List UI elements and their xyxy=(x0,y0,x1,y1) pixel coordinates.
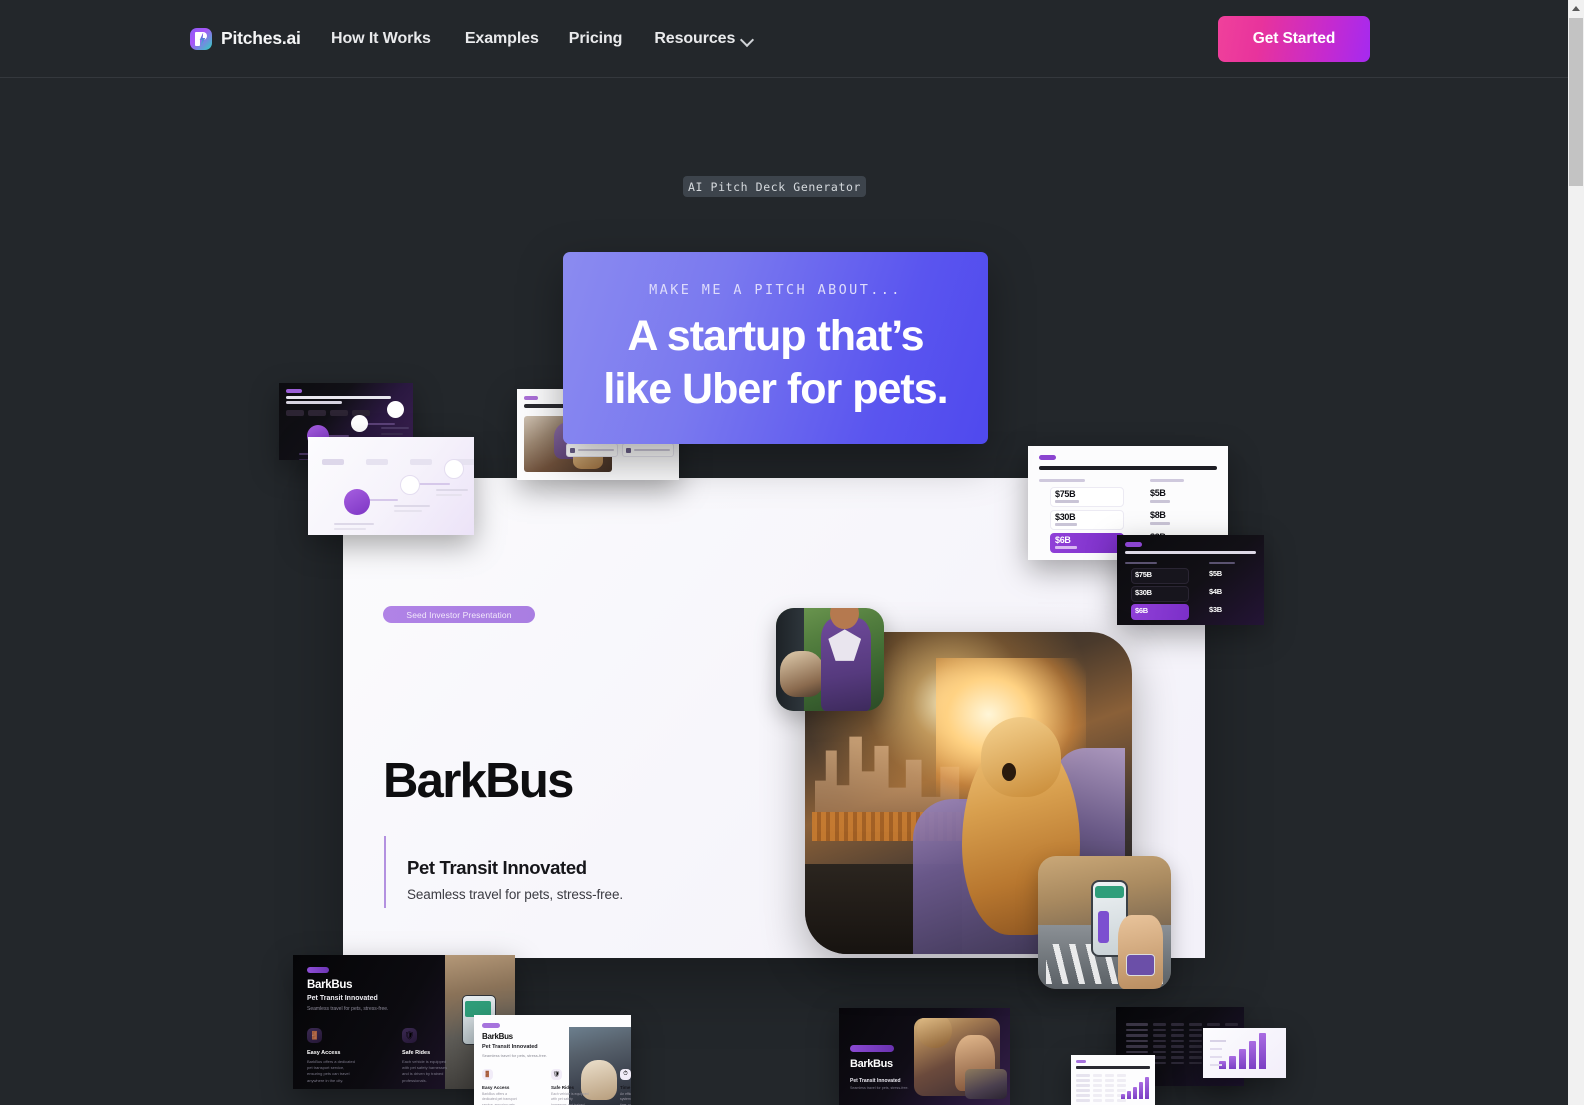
scroll-up-arrow-icon[interactable] xyxy=(1568,0,1584,16)
thumb-subtitle: Pet Transit Innovated xyxy=(307,995,378,1002)
chevron-down-icon xyxy=(742,34,753,45)
thumb-subtitle: Pet Transit Innovated xyxy=(850,1078,901,1084)
benefit-card xyxy=(622,443,674,457)
thumb-title: BarkBus xyxy=(482,1032,513,1041)
thumbnail-barkbus-light[interactable]: BarkBus Pet Transit Innovated Seamless t… xyxy=(474,1015,631,1105)
attendant-with-cat-photo xyxy=(776,608,884,711)
main-slide-tag: Seed Investor Presentation xyxy=(383,606,535,623)
hero-badge: AI Pitch Deck Generator xyxy=(683,176,866,197)
feature-text: Each vehicle is equipped with pet safety… xyxy=(551,1092,589,1105)
thumbnail-barkbus-collage[interactable]: BarkBus Pet Transit Innovated Seamless t… xyxy=(839,1008,1010,1105)
pitches-logo-icon xyxy=(190,27,212,50)
shield-icon: 🛡 xyxy=(402,1028,417,1043)
phone-map-street-photo xyxy=(1038,856,1171,989)
people-secondary-photo xyxy=(965,1069,1007,1099)
thumb-title: BarkBus xyxy=(850,1058,893,1070)
feature-title: Easy Access xyxy=(307,1050,341,1056)
revenue-bar-chart xyxy=(1219,1033,1266,1069)
thumb-description: Seamless travel for pets, stress-free. xyxy=(307,1006,389,1012)
feature-item: ⏱ Time Saved An efficient booking system… xyxy=(620,1069,631,1105)
nav-item-resources[interactable]: Resources xyxy=(654,30,753,48)
thumb-description: Seamless travel for pets, stress-free. xyxy=(850,1086,909,1090)
prompt-card: MAKE ME A PITCH ABOUT... A startup that’… xyxy=(563,252,988,444)
page-scrollbar-thumb[interactable] xyxy=(1569,18,1583,186)
thumbnail-roadmap-light[interactable] xyxy=(308,437,474,535)
feature-title: Safe Rides xyxy=(402,1050,431,1056)
feature-item: 🛡 Safe Rides Each vehicle is equipped wi… xyxy=(551,1069,589,1105)
prompt-line-2: like Uber for pets. xyxy=(603,365,948,414)
nav-item-how-it-works[interactable]: How It Works xyxy=(331,30,431,48)
thumbnail-financial-light[interactable] xyxy=(1071,1055,1155,1105)
main-slide-accent-bar xyxy=(384,836,386,908)
feature-title: Safe Rides xyxy=(551,1085,575,1090)
prompt-line-1: A startup that’s xyxy=(627,312,924,360)
site-header: Pitches.ai How It Works Examples Pricing… xyxy=(0,0,1568,78)
hero-badge-label: AI Pitch Deck Generator xyxy=(687,179,862,194)
nav-item-resources-label: Resources xyxy=(654,29,736,47)
feature-text: An efficient booking system minimizes wa… xyxy=(620,1092,631,1105)
feature-text: Each vehicle is equipped with pet safety… xyxy=(402,1059,448,1083)
door-icon: 🚪 xyxy=(307,1028,322,1043)
thumb-title: BarkBus xyxy=(307,979,353,991)
shield-icon: 🛡 xyxy=(551,1069,562,1080)
clock-icon: ⏱ xyxy=(620,1069,631,1080)
main-slide-title: BarkBus xyxy=(383,754,574,808)
thumb-description: Seamless travel for pets, stress-free. xyxy=(482,1053,548,1058)
feature-item: 🚪 Easy Access BarkBus offers a dedicated… xyxy=(307,1028,359,1084)
hero-stage: AI Pitch Deck Generator $75B $30B $6B $5… xyxy=(0,78,1568,1105)
feature-item: 🚪 Easy Access BarkBus offers a dedicated… xyxy=(482,1069,520,1105)
main-slide-description: Seamless travel for pets, stress-free. xyxy=(407,887,624,902)
feature-item: 🛡 Safe Rides Each vehicle is equipped wi… xyxy=(402,1028,454,1084)
feature-text: BarkBus offers a dedicated pet transport… xyxy=(307,1059,355,1083)
thumbnail-market-dark[interactable]: $75B $30B $6B $5B $4B $3B xyxy=(1117,535,1264,625)
main-slide-tag-label: Seed Investor Presentation xyxy=(406,609,512,620)
brand-name: Pitches.ai xyxy=(221,28,301,48)
revenue-bar-chart-small xyxy=(1121,1077,1149,1099)
main-nav: How It Works Examples Pricing Resources xyxy=(331,30,753,48)
benefit-card xyxy=(566,443,618,457)
prompt-label: MAKE ME A PITCH ABOUT... xyxy=(649,282,902,298)
feature-title: Easy Access xyxy=(482,1085,510,1090)
thumbnail-revenue-chart[interactable] xyxy=(1203,1028,1286,1078)
door-icon: 🚪 xyxy=(482,1069,493,1080)
brand-logo[interactable]: Pitches.ai xyxy=(190,27,301,50)
feature-title: Time Saved xyxy=(620,1085,631,1090)
thumb-subtitle: Pet Transit Innovated xyxy=(482,1044,538,1050)
main-slide-subtitle: Pet Transit Innovated xyxy=(407,857,587,878)
nav-item-pricing[interactable]: Pricing xyxy=(569,30,623,48)
get-started-button[interactable]: Get Started xyxy=(1218,15,1370,62)
nav-item-examples[interactable]: Examples xyxy=(465,30,539,48)
feature-text: BarkBus offers a dedicated pet transport… xyxy=(482,1092,517,1105)
